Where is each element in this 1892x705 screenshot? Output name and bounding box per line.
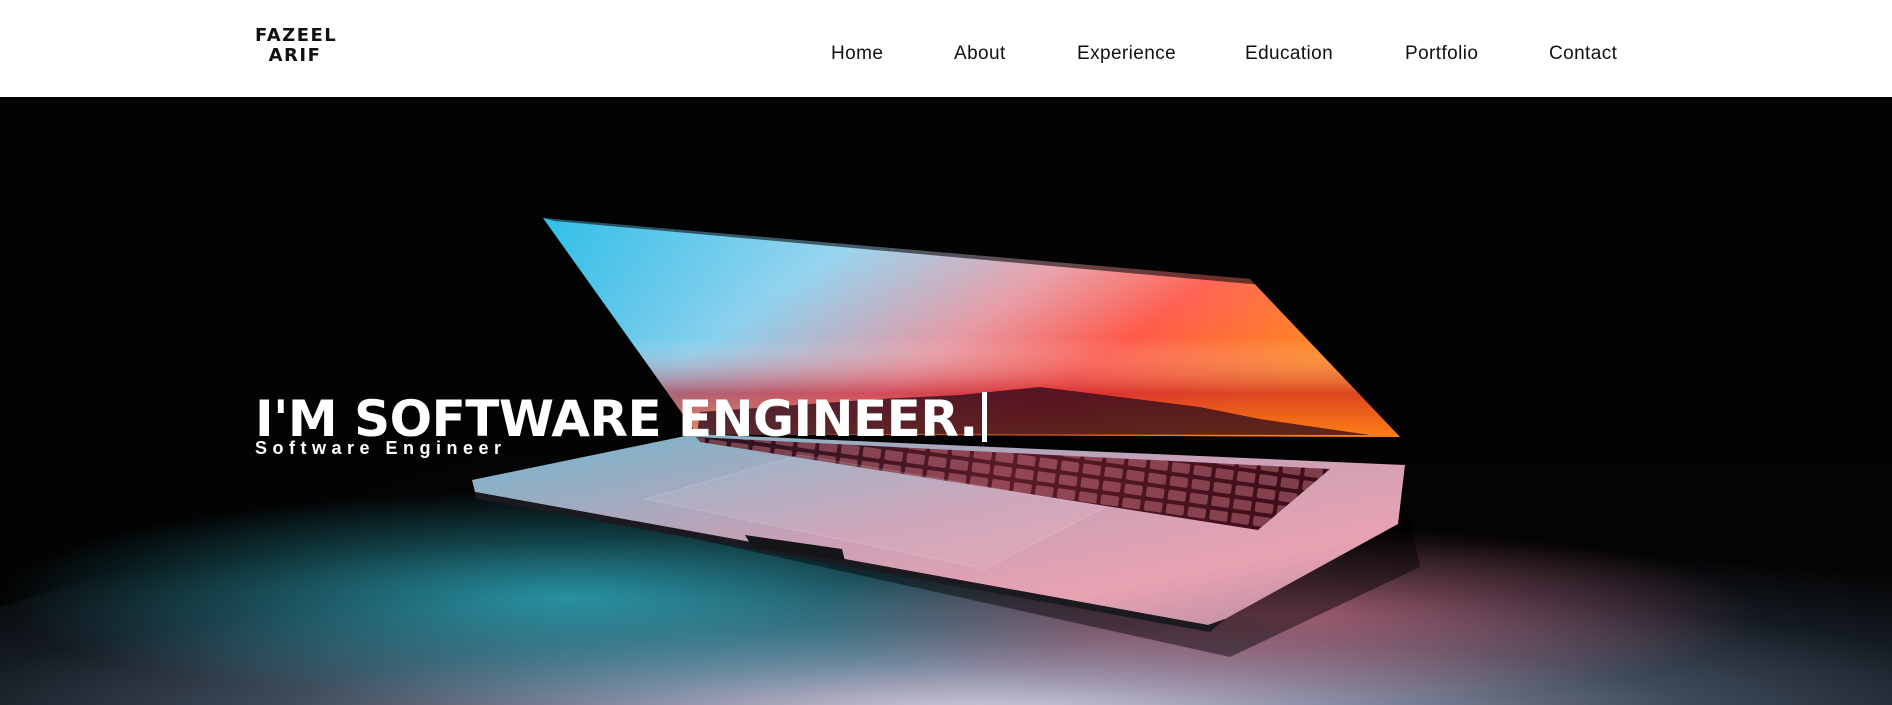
site-logo[interactable]: FAZEEL ARIF bbox=[255, 25, 338, 66]
nav-link-about[interactable]: About bbox=[954, 43, 1006, 65]
nav-link-portfolio[interactable]: Portfolio bbox=[1405, 43, 1478, 65]
top-navbar: FAZEEL ARIF Home About Experience Educat… bbox=[0, 0, 1892, 97]
hero-subtitle: Software Engineer bbox=[255, 438, 507, 458]
nav-link-education[interactable]: Education bbox=[1245, 43, 1333, 65]
logo-line-2: ARIF bbox=[268, 45, 322, 66]
typing-cursor bbox=[981, 391, 987, 442]
logo-line-1: FAZEEL bbox=[255, 25, 338, 46]
nav-link-home[interactable]: Home bbox=[831, 43, 883, 65]
nav-link-experience[interactable]: Experience bbox=[1077, 43, 1176, 65]
hero-section: I'M SOFTWARE ENGINEER. Software Engineer bbox=[0, 97, 1892, 705]
nav-link-contact[interactable]: Contact bbox=[1549, 43, 1617, 65]
